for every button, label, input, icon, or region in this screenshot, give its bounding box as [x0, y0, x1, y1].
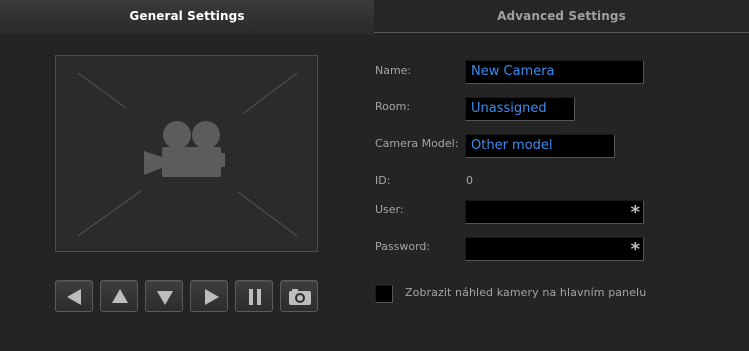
camera-preview: [55, 55, 318, 252]
id-value: 0: [466, 174, 473, 187]
tab-bar: General Settings Advanced Settings: [0, 0, 749, 35]
user-field[interactable]: *: [465, 200, 644, 224]
name-field[interactable]: New Camera: [465, 60, 644, 84]
camera-model-label: Camera Model:: [375, 137, 459, 150]
room-select[interactable]: Unassigned: [465, 97, 575, 121]
required-asterisk-icon: *: [630, 239, 640, 260]
preview-placeholder-graphic: [77, 72, 298, 237]
video-camera-icon: [144, 121, 225, 177]
room-label: Room:: [375, 100, 411, 113]
pan-left-button[interactable]: [55, 280, 93, 312]
show-preview-checkbox[interactable]: [375, 285, 393, 303]
arrow-up-icon: [112, 289, 128, 303]
user-label: User:: [375, 203, 404, 216]
pause-icon: [249, 289, 261, 305]
arrow-down-icon: [157, 291, 173, 305]
camera-model-select[interactable]: Other model: [465, 134, 615, 158]
id-label: ID:: [375, 174, 391, 187]
arrow-right-icon: [205, 289, 219, 305]
show-preview-label: Zobrazit náhled kamery na hlavním panelu: [405, 286, 647, 299]
tab-advanced-settings[interactable]: Advanced Settings: [374, 0, 749, 33]
required-asterisk-icon: *: [630, 202, 640, 223]
tilt-up-button[interactable]: [100, 280, 138, 312]
password-field[interactable]: *: [465, 237, 644, 261]
name-label: Name:: [375, 64, 412, 77]
snapshot-button[interactable]: [280, 280, 318, 312]
camera-icon: [289, 289, 311, 305]
arrow-left-icon: [67, 289, 81, 305]
password-label: Password:: [375, 240, 431, 253]
tilt-down-button[interactable]: [145, 280, 183, 312]
pause-button[interactable]: [235, 280, 273, 312]
pan-right-button[interactable]: [190, 280, 228, 312]
camera-settings-panel: General Settings Advanced Settings Name:…: [0, 0, 749, 351]
tab-general-settings[interactable]: General Settings: [0, 0, 374, 35]
